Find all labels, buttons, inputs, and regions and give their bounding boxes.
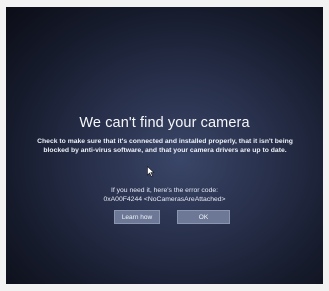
learn-how-button[interactable]: Learn how	[114, 210, 160, 224]
error-code-intro: If you need it, here's the error code:	[110, 187, 219, 194]
dialog-title: We can't find your camera	[79, 115, 250, 131]
photo-frame: We can't find your camera Check to make …	[0, 0, 329, 291]
dialog-message: Check to make sure that it's connected a…	[37, 138, 293, 155]
camera-error-dialog: We can't find your camera Check to make …	[6, 7, 323, 284]
monitor-screen: We can't find your camera Check to make …	[6, 7, 323, 284]
error-code-value: 0xA00F4244 <NoCamerasAreAttached>	[103, 196, 226, 203]
ok-button[interactable]: OK	[177, 210, 230, 224]
mouse-pointer-icon	[147, 166, 155, 177]
